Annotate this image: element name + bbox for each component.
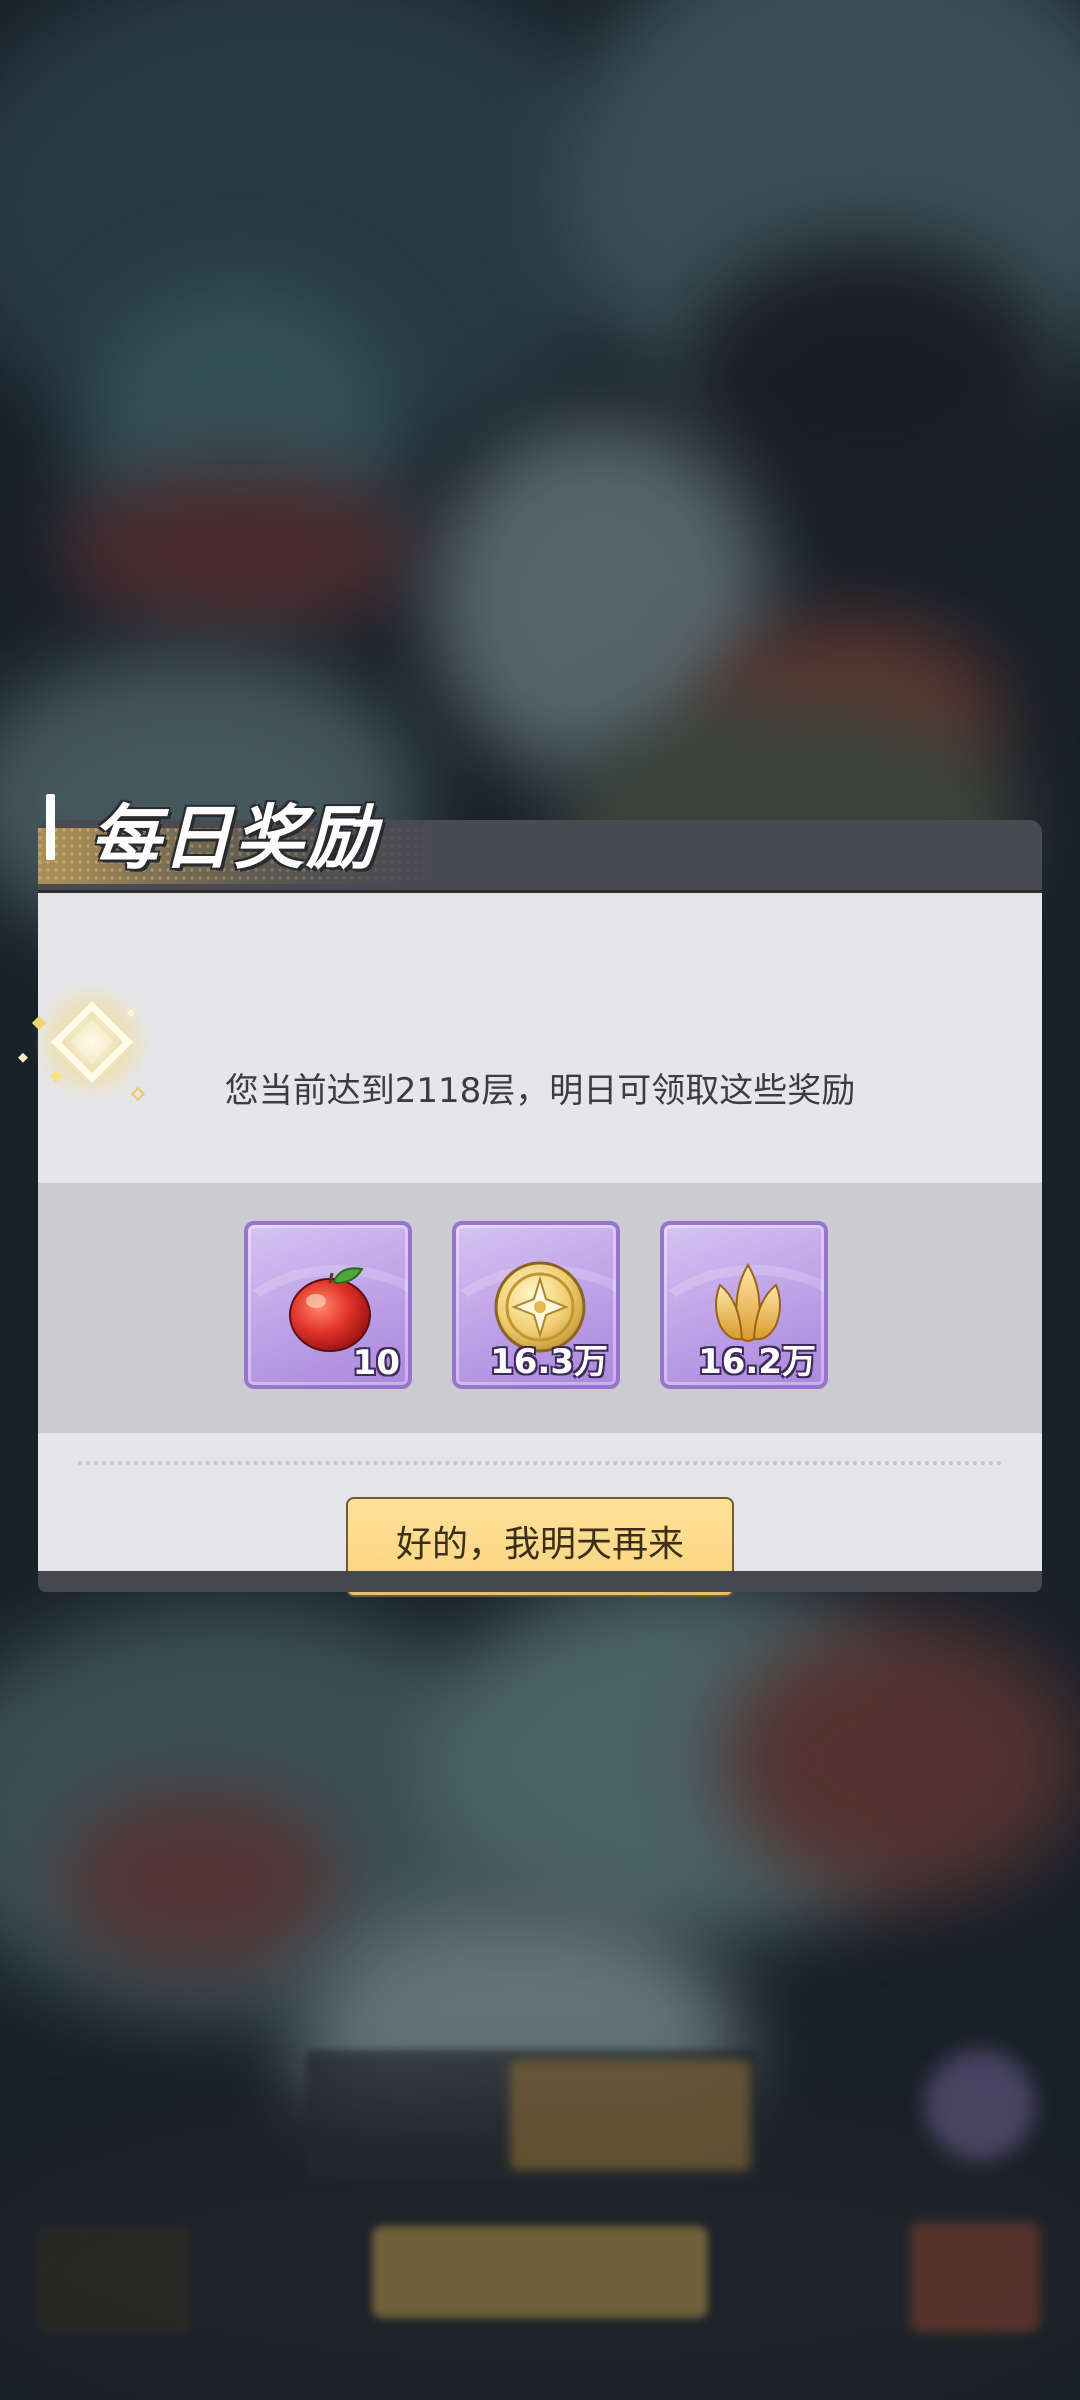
sparkle-icon: [18, 984, 150, 1102]
reward-item[interactable]: 16.2万: [660, 1221, 828, 1389]
reward-item[interactable]: 16.3万: [452, 1221, 620, 1389]
reward-quantity: 16.2万: [698, 1342, 816, 1382]
hud-orb: [925, 2050, 1035, 2160]
reward-list: 10 16.3万 16.2万: [38, 1183, 1042, 1433]
dialog-title: 每日奖励: [90, 797, 378, 879]
title-marker: [46, 794, 55, 860]
hud-left-button: [38, 2228, 190, 2332]
reward-quantity: 16.3万: [490, 1342, 608, 1382]
red-fruit-icon: [289, 1267, 371, 1352]
dialog-body: 您当前达到2118层，明日可领取这些奖励 10 16.3万 16.2万 好的，我…: [38, 893, 1042, 1597]
hud-center-button: [372, 2226, 708, 2318]
reward-quantity: 10: [352, 1343, 400, 1383]
dialog-footer: [38, 1571, 1042, 1592]
confirm-button-label: 好的，我明天再来: [395, 1524, 684, 1565]
daily-reward-dialog: 您当前达到2118层，明日可领取这些奖励 10 16.3万 16.2万 好的，我…: [18, 794, 1042, 1597]
reward-message: 您当前达到2118层，明日可领取这些奖励: [224, 1071, 856, 1111]
divider: [78, 1461, 1002, 1465]
reward-item[interactable]: 10: [244, 1221, 412, 1389]
hud-right-button: [910, 2222, 1040, 2332]
hud-panel-gold: [510, 2060, 750, 2170]
dialog-title-area: 每日奖励: [38, 788, 458, 888]
